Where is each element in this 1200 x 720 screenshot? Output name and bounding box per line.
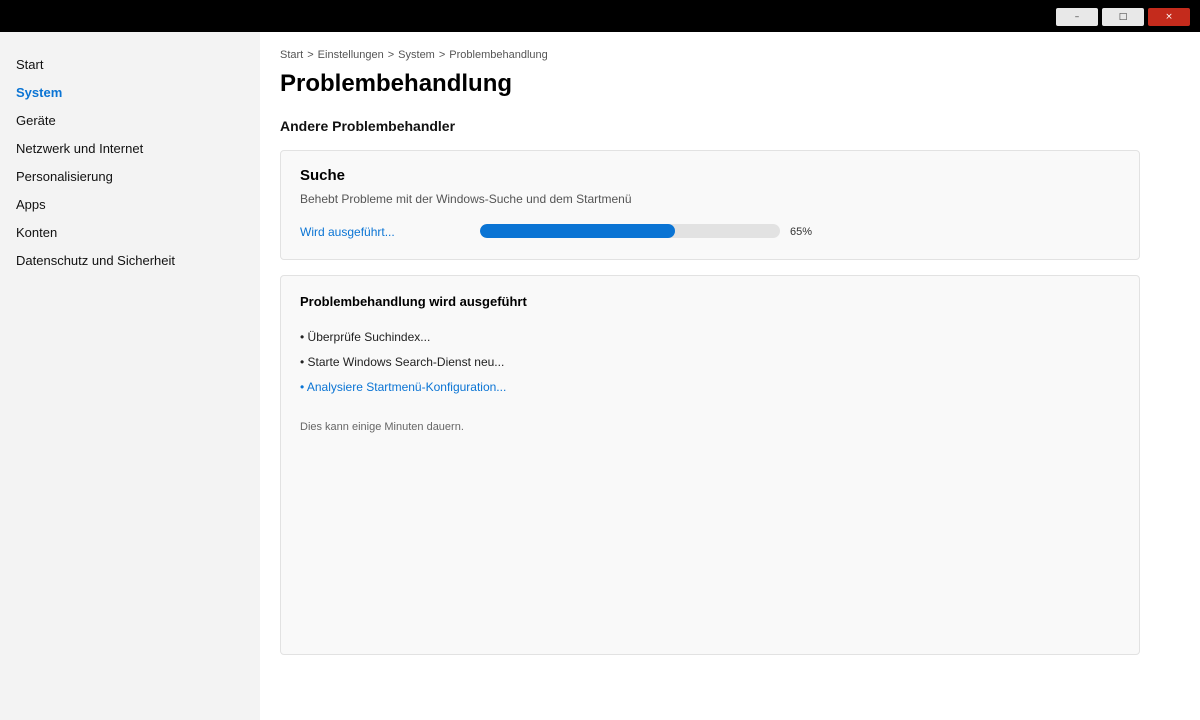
- sidebar-item-start[interactable]: Start: [16, 57, 43, 73]
- step-item: • Überprüfe Suchindex...: [300, 330, 431, 344]
- breadcrumb-separator: >: [387, 49, 395, 61]
- breadcrumb: Start > Einstellungen > System > Problembehand…: [280, 48, 548, 62]
- status-link[interactable]: Wird ausgeführt...: [300, 225, 395, 239]
- progress-bar: [480, 224, 780, 238]
- sidebar-item-personalisierung[interactable]: Personalisierung: [16, 169, 113, 185]
- sidebar-item-datenschutz[interactable]: Datenschutz und Sicherheit: [16, 253, 175, 269]
- details-title: Problembehandlung wird ausgeführt: [300, 294, 527, 309]
- sidebar-item-system[interactable]: System: [16, 85, 62, 101]
- duration-note: Dies kann einige Minuten dauern.: [300, 421, 464, 433]
- breadcrumb-item-start[interactable]: Start: [280, 49, 303, 61]
- minimize-button[interactable]: –: [1056, 8, 1098, 26]
- breadcrumb-separator: >: [307, 49, 314, 61]
- main-content: Start > Einstellungen > System > Problembehand…: [260, 32, 1200, 720]
- page-title: Problembehandlung: [280, 70, 513, 97]
- step-item-current: • Analysiere Startmenü-Konfiguration...: [300, 380, 507, 394]
- sidebar-item-apps[interactable]: Apps: [16, 197, 46, 213]
- troubleshooter-title: Suche: [300, 167, 346, 184]
- sidebar-item-konten[interactable]: Konten: [16, 225, 57, 241]
- title-bar: – □ ×: [0, 0, 1200, 32]
- step-item: • Starte Windows Search-Dienst neu...: [300, 355, 505, 369]
- details-card: Problembehandlung wird ausgeführt • Über…: [280, 275, 1140, 655]
- maximize-button[interactable]: □: [1102, 8, 1144, 26]
- breadcrumb-item-system[interactable]: System: [398, 49, 435, 61]
- section-title: Andere Problembehandler: [280, 118, 456, 134]
- breadcrumb-separator: >: [438, 49, 446, 61]
- troubleshooter-card-search: Suche Behebt Probleme mit der Windows-Su…: [280, 150, 1140, 260]
- breadcrumb-item-current: Problembehandlung: [449, 49, 548, 61]
- sidebar-item-geraete[interactable]: Geräte: [16, 113, 56, 129]
- progress-bar-fill: [480, 224, 675, 238]
- progress-percentage: 65%: [790, 226, 813, 238]
- sidebar: Start System Geräte Netzwerk und Interne…: [0, 32, 260, 720]
- sidebar-item-netzwerk[interactable]: Netzwerk und Internet: [16, 141, 143, 157]
- close-button[interactable]: ×: [1148, 8, 1190, 26]
- troubleshooter-description: Behebt Probleme mit der Windows-Suche un…: [300, 192, 632, 206]
- breadcrumb-item-einstellungen[interactable]: Einstellungen: [318, 49, 384, 61]
